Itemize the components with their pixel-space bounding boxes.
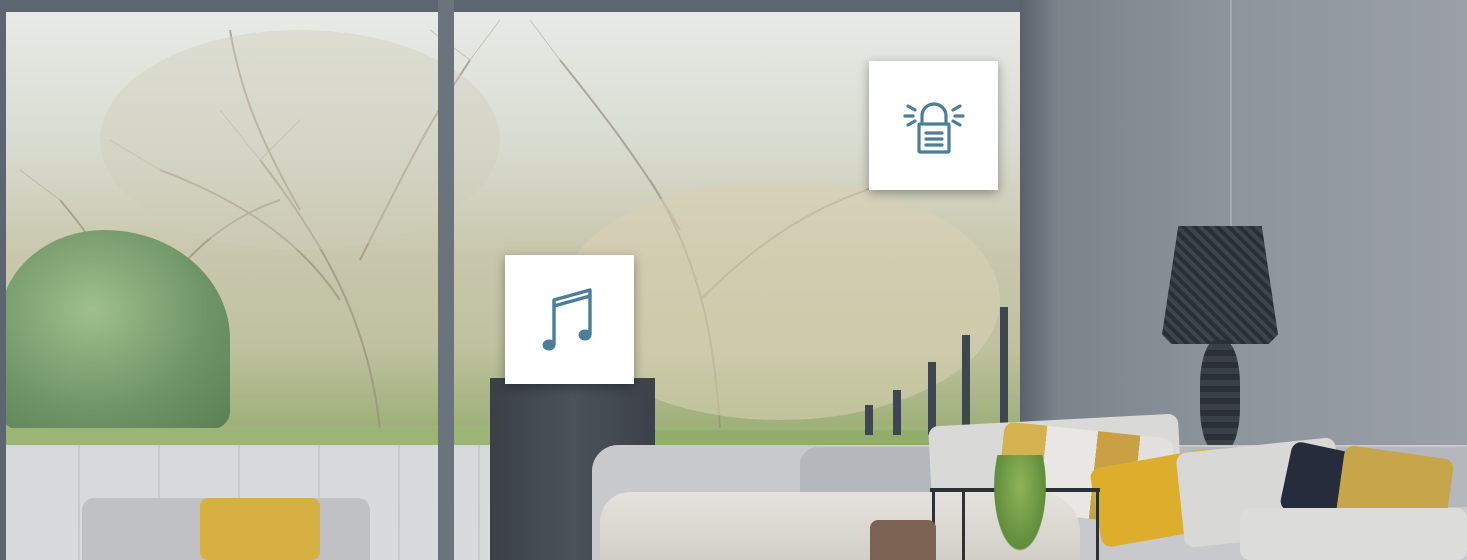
music-tile[interactable]: [505, 255, 634, 384]
alarm-tile[interactable]: [869, 61, 998, 190]
yellow-throw: [200, 498, 320, 560]
window-frame-top: [0, 0, 1040, 12]
fence-post: [1000, 307, 1008, 435]
window-frame-left: [0, 0, 6, 560]
fence-post: [865, 405, 873, 435]
fence-post: [962, 335, 970, 435]
music-note-icon: [542, 287, 592, 350]
candle-holder: [870, 520, 936, 560]
cushion: [1240, 508, 1467, 560]
potted-plant: [990, 455, 1050, 560]
lamp-base: [1200, 340, 1240, 452]
side-table-leg: [962, 488, 965, 560]
window-frame-mullion: [438, 0, 454, 560]
side-table-leg: [1096, 488, 1099, 560]
fence-post: [928, 362, 936, 435]
fence-post: [893, 390, 901, 435]
living-room-photo: [0, 0, 1467, 560]
alarm-siren-icon: [902, 101, 965, 154]
lamp-shade: [1162, 226, 1278, 344]
